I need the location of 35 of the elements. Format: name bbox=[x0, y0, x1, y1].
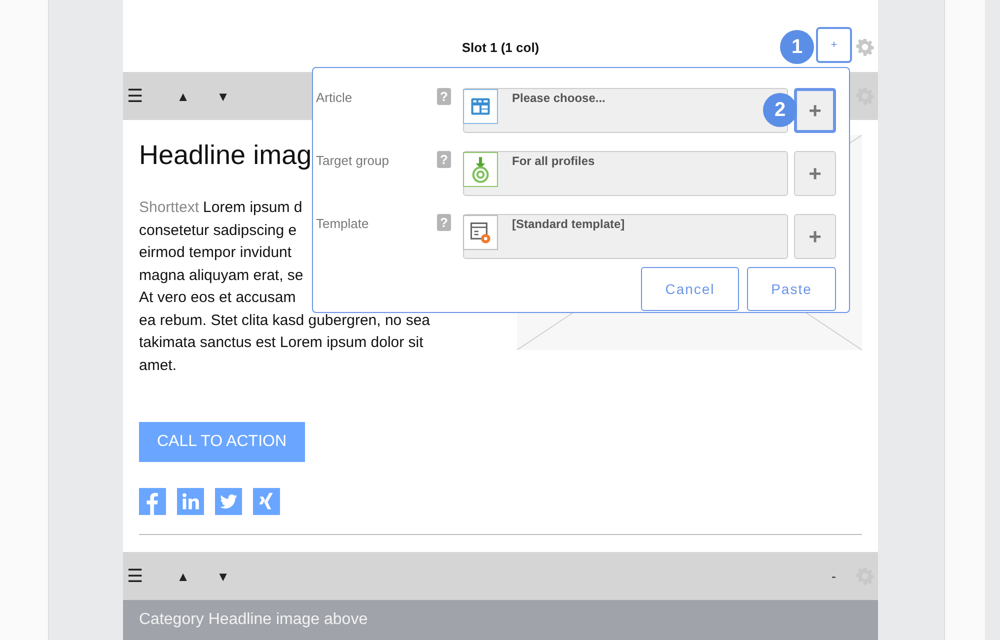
paragraph-line: consetetur sadipscing e bbox=[139, 220, 297, 240]
move-down-button[interactable]: ▼ bbox=[203, 88, 243, 104]
facebook-icon[interactable] bbox=[139, 488, 166, 515]
slot-title: Slot 1 (1 col) bbox=[462, 40, 540, 54]
paragraph-line: takimata sanctus est Lorem ipsum dolor sit bbox=[139, 333, 424, 353]
settings-icon[interactable] bbox=[856, 38, 874, 56]
xing-icon[interactable] bbox=[253, 488, 280, 515]
linkedin-icon[interactable] bbox=[177, 488, 204, 515]
layout-icon bbox=[463, 89, 498, 124]
add-button[interactable]: + bbox=[794, 151, 836, 196]
move-up-button[interactable]: ▲ bbox=[163, 88, 203, 104]
headline: Headline imag bbox=[139, 140, 312, 171]
paragraph-line: Shorttext Lorem ipsum d bbox=[139, 198, 302, 218]
field-label: Target group bbox=[316, 153, 390, 168]
paragraph-line: At vero eos et accusam bbox=[139, 288, 296, 308]
field-label: Template bbox=[316, 216, 370, 231]
menu-handle[interactable]: ☰ bbox=[127, 85, 163, 107]
add-button[interactable]: + bbox=[816, 27, 852, 63]
target-icon bbox=[463, 152, 498, 187]
menu-handle[interactable]: ☰ bbox=[127, 565, 163, 587]
twitter-icon[interactable] bbox=[215, 488, 242, 515]
template-icon bbox=[463, 215, 498, 250]
paragraph-line: eirmod tempor invidunt bbox=[139, 243, 292, 263]
paragraph-line: magna aliquyam erat, se bbox=[139, 266, 304, 286]
select-field[interactable]: [Standard template] bbox=[463, 214, 788, 259]
field-label: Article bbox=[316, 90, 354, 105]
paragraph-line: ea rebum. Stet clita kasd gubergren, no sea bbox=[139, 310, 430, 330]
add-button[interactable]: + bbox=[794, 88, 836, 133]
collapse-button[interactable]: - bbox=[831, 568, 836, 584]
category-bar: Category Headline image above bbox=[123, 600, 878, 640]
select-field[interactable]: For all profiles bbox=[463, 151, 788, 196]
paragraph-line: amet. bbox=[139, 356, 177, 376]
add-button[interactable]: + bbox=[794, 214, 836, 259]
move-down-button[interactable]: ▼ bbox=[203, 568, 243, 584]
move-up-button[interactable]: ▲ bbox=[163, 568, 203, 584]
